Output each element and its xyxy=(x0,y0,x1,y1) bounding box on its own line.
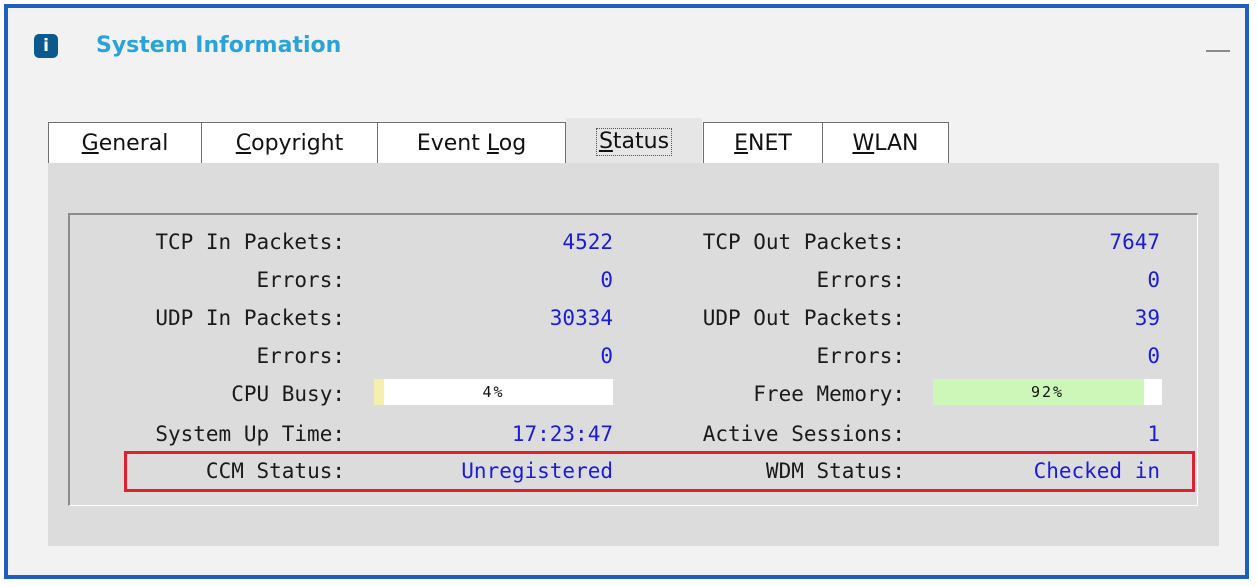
minimize-icon xyxy=(1206,50,1230,52)
system-uptime-value: 17:23:47 xyxy=(511,422,613,446)
udp-in-errors-label: Errors: xyxy=(256,344,345,368)
udp-in-label: UDP In Packets: xyxy=(155,306,345,330)
tcp-in-value: 4522 xyxy=(562,230,613,254)
udp-out-value: 39 xyxy=(1134,306,1160,330)
udp-out-label: UDP Out Packets: xyxy=(702,306,905,330)
free-memory-percent: 92% xyxy=(1030,383,1065,401)
tcp-out-label: TCP Out Packets: xyxy=(702,230,905,254)
tab-event-log[interactable]: Event Log xyxy=(377,122,566,164)
cpu-busy-percent: 4% xyxy=(482,383,505,401)
udp-in-value: 30334 xyxy=(549,306,613,330)
cpu-busy-label: CPU Busy: xyxy=(231,382,345,406)
tab-status-label: Status xyxy=(595,127,673,156)
tcp-out-errors-label: Errors: xyxy=(816,268,905,292)
info-icon: i xyxy=(34,34,58,58)
udp-out-errors-label: Errors: xyxy=(816,344,905,368)
tab-general[interactable]: General xyxy=(48,122,202,164)
active-sessions-value: 1 xyxy=(1147,422,1160,446)
tab-enet-label: ENET xyxy=(734,131,792,156)
minimize-button[interactable] xyxy=(1206,44,1230,62)
status-highlight-box xyxy=(124,451,1195,492)
cpu-busy-meter: 4% xyxy=(374,379,613,405)
tab-wlan[interactable]: WLAN xyxy=(822,122,949,164)
tcp-out-errors-value: 0 xyxy=(1147,268,1160,292)
system-uptime-label: System Up Time: xyxy=(155,422,345,446)
tab-enet[interactable]: ENET xyxy=(703,122,823,164)
free-memory-meter: 92% xyxy=(933,379,1162,405)
tab-wlan-label: WLAN xyxy=(852,131,919,156)
udp-out-errors-value: 0 xyxy=(1147,344,1160,368)
tab-status[interactable]: Status xyxy=(566,118,702,164)
free-memory-label: Free Memory: xyxy=(753,382,905,406)
tcp-in-errors-value: 0 xyxy=(600,268,613,292)
tab-general-label: General xyxy=(81,131,169,156)
active-sessions-label: Active Sessions: xyxy=(702,422,905,446)
tcp-in-label: TCP In Packets: xyxy=(155,230,345,254)
tab-copyright-label: Copyright xyxy=(235,131,344,156)
tab-event-log-label: Event Log xyxy=(416,131,527,156)
tab-copyright[interactable]: Copyright xyxy=(201,122,378,164)
tcp-out-value: 7647 xyxy=(1109,230,1160,254)
tcp-in-errors-label: Errors: xyxy=(256,268,345,292)
window-title: System Information xyxy=(96,33,342,58)
udp-in-errors-value: 0 xyxy=(600,344,613,368)
